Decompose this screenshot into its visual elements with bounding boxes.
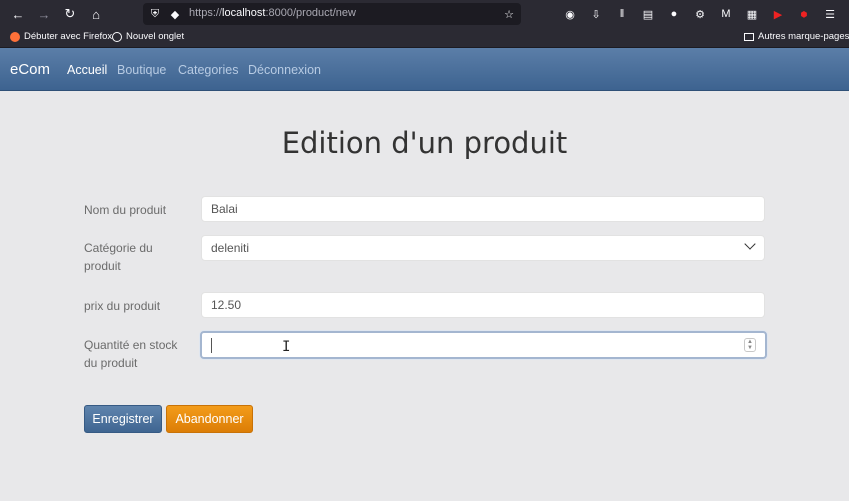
- globe-icon: [112, 31, 122, 42]
- bookmark-new-tab[interactable]: Nouvel onglet: [112, 31, 184, 42]
- sidebar-icon[interactable]: ▤: [640, 6, 656, 22]
- forward-icon[interactable]: →: [34, 4, 54, 24]
- ublock-icon[interactable]: ⬢: [796, 6, 812, 22]
- youtube-icon[interactable]: ▶: [770, 6, 786, 22]
- menu-icon[interactable]: ☰: [822, 6, 838, 22]
- price-label: prix du produit: [84, 299, 161, 313]
- nav-categories[interactable]: Categories: [178, 63, 238, 77]
- nav-accueil[interactable]: Accueil: [67, 63, 107, 77]
- shield-icon[interactable]: ⛨: [147, 6, 163, 22]
- other-bookmarks[interactable]: Autres marque-pages: [744, 31, 849, 42]
- folder-icon: [744, 32, 754, 41]
- stock-label: Quantité en stock du produit: [84, 338, 178, 370]
- navbar: eCom Accueil Boutique Categories Déconne…: [0, 48, 849, 91]
- cancel-button[interactable]: Abandonner: [166, 405, 253, 433]
- bookmark-firefox[interactable]: Débuter avec Firefox: [10, 31, 112, 42]
- home-icon[interactable]: ⌂: [86, 4, 106, 24]
- price-input[interactable]: 12.50: [201, 292, 765, 318]
- pocket-icon[interactable]: ◉: [562, 6, 578, 22]
- browser-toolbar: ← → ↻ ⌂ ⛨ ◆ https://localhost:8000/produ…: [0, 0, 849, 28]
- category-label: Catégorie du produit: [84, 241, 153, 273]
- text-caret: [211, 338, 212, 353]
- download-icon[interactable]: ⇩: [588, 6, 604, 22]
- save-button[interactable]: Enregistrer: [84, 405, 162, 433]
- page-title: Edition d'un produit: [281, 126, 568, 160]
- name-input[interactable]: Balai: [201, 196, 765, 222]
- reload-icon[interactable]: ↻: [60, 4, 80, 24]
- bookmark-star-icon[interactable]: ☆: [501, 6, 517, 22]
- nav-deconnexion[interactable]: Déconnexion: [248, 63, 321, 77]
- url-bar[interactable]: ⛨ ◆ https://localhost:8000/product/new ☆: [143, 3, 521, 25]
- account-icon[interactable]: ●: [666, 6, 682, 22]
- bookmarks-bar: Débuter avec Firefox Nouvel onglet Autre…: [0, 28, 849, 48]
- text-cursor-icon: I: [282, 339, 291, 355]
- chevron-down-icon: [744, 238, 756, 250]
- extension-gear-icon[interactable]: ⚙: [692, 6, 708, 22]
- number-spinner[interactable]: ▲ ▼: [744, 338, 756, 352]
- back-icon[interactable]: ←: [8, 4, 28, 24]
- m-extension-icon[interactable]: M: [718, 6, 734, 22]
- puzzle-icon[interactable]: ▦: [744, 6, 760, 22]
- nav-boutique[interactable]: Boutique: [117, 63, 166, 77]
- library-icon[interactable]: ‖: [614, 6, 630, 22]
- name-label: Nom du produit: [84, 203, 167, 217]
- firefox-icon: [10, 31, 20, 42]
- web-page: eCom Accueil Boutique Categories Déconne…: [0, 48, 849, 501]
- url-text: https://localhost:8000/product/new: [189, 7, 356, 19]
- brand[interactable]: eCom: [10, 61, 50, 78]
- lock-icon[interactable]: ◆: [167, 6, 183, 22]
- category-select[interactable]: deleniti: [201, 235, 765, 261]
